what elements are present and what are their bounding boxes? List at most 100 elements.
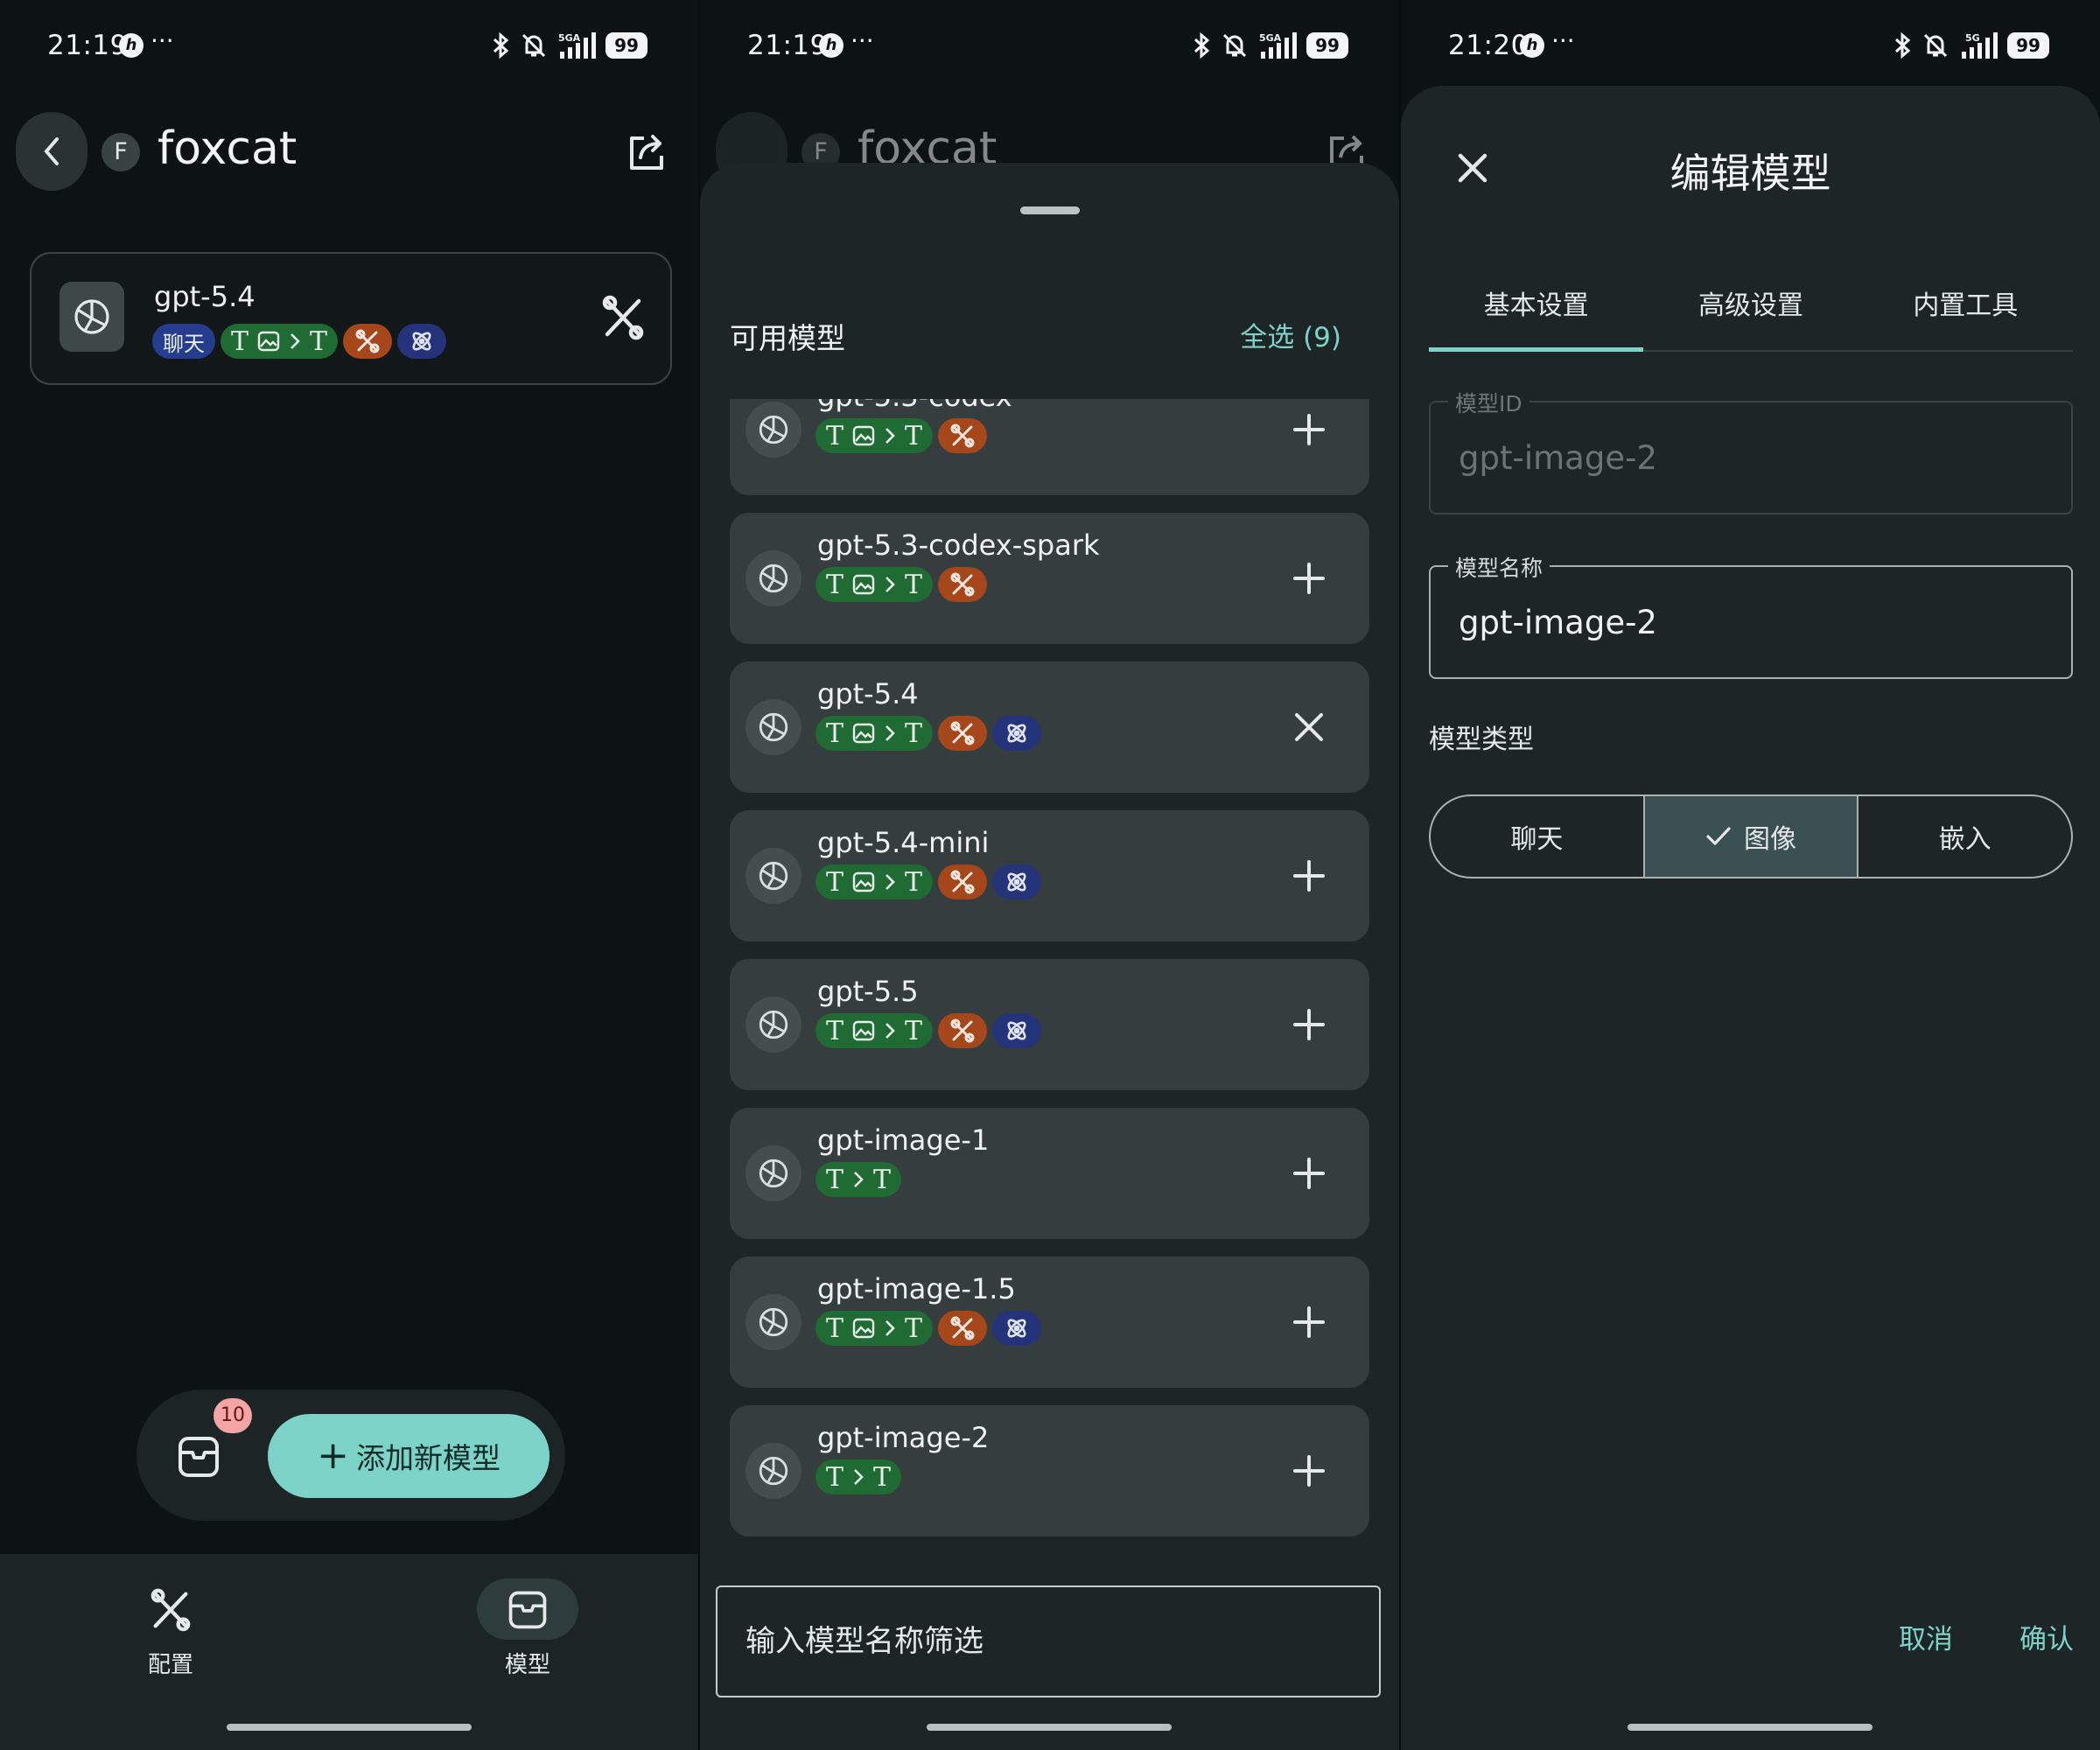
openai-logo-icon [746, 1443, 802, 1499]
nav-item-models[interactable]: 模型 [458, 1578, 598, 1679]
openai-logo-icon [746, 997, 802, 1053]
bluetooth-icon [1194, 32, 1210, 60]
type-embed-option[interactable]: 嵌入 [1857, 796, 2071, 877]
screen-provider-models: 21:19 h ··· 5GA 99 F foxcat gpt-5.4 聊天 T [0, 0, 698, 1750]
inbox-icon [508, 1591, 547, 1629]
input-text-label: T [826, 718, 844, 749]
openai-logo-icon [746, 1145, 802, 1201]
model-list-item[interactable]: gpt-5.3-codex-spark T T [730, 513, 1369, 644]
add-model-button[interactable] [1287, 854, 1331, 898]
bottom-navigation: 配置 模型 [0, 1554, 698, 1750]
output-text-label: T [310, 326, 328, 357]
add-model-button[interactable] [1287, 408, 1331, 452]
model-id-label: 模型ID [1448, 387, 1530, 418]
image-input-icon [852, 1020, 875, 1041]
confirm-button[interactable]: 确认 [2020, 1617, 2074, 1656]
output-text-label: T [873, 1461, 892, 1493]
home-indicator[interactable] [927, 1724, 1172, 1731]
model-name: gpt-5.5 [817, 975, 919, 1008]
model-list-item[interactable]: gpt-5.5 T T [730, 959, 1369, 1090]
tab-builtin-tools[interactable]: 内置工具 [1858, 276, 2073, 350]
image-input-icon [852, 1318, 875, 1339]
mute-bell-icon [522, 33, 546, 58]
home-indicator[interactable] [1628, 1724, 1872, 1731]
tools-tag-icon [938, 418, 988, 453]
arrow-right-icon [886, 874, 895, 890]
select-all-button[interactable]: 全选 (9) [1240, 315, 1341, 354]
add-model-button[interactable] [1287, 1152, 1331, 1195]
model-list-item[interactable]: gpt-image-1 T T [730, 1108, 1369, 1239]
share-button[interactable] [625, 130, 670, 178]
chevron-left-icon [44, 137, 59, 165]
cancel-button[interactable]: 取消 [1899, 1617, 1953, 1656]
home-indicator[interactable] [227, 1724, 472, 1731]
tab-basic-settings[interactable]: 基本设置 [1429, 276, 1644, 352]
nav-item-config[interactable]: 配置 [101, 1578, 241, 1679]
input-text-label: T [826, 569, 844, 600]
model-list-item[interactable]: gpt-image-2 T T [730, 1405, 1369, 1536]
model-name: gpt-5.4 [817, 677, 919, 710]
more-notifications-icon: ··· [150, 26, 174, 55]
add-model-button[interactable] [1287, 1449, 1331, 1493]
model-name-value[interactable]: gpt-image-2 [1459, 604, 1657, 641]
signal-5g-icon: 5G [1962, 32, 1998, 59]
tools-icon [602, 295, 644, 340]
add-model-button[interactable] [1287, 1003, 1331, 1046]
add-model-button[interactable] [1287, 1300, 1331, 1344]
input-text-label: T [826, 420, 844, 452]
svg-text:5GA: 5GA [558, 32, 581, 44]
model-list-item[interactable]: gpt-5.4-mini T T [730, 810, 1369, 942]
pending-count-badge: 10 [214, 1398, 252, 1433]
model-name: gpt-image-1.5 [817, 1272, 1016, 1306]
openai-logo-icon [746, 1294, 802, 1350]
battery-icon: 99 [2007, 32, 2049, 59]
io-modality-tag: T T [220, 324, 339, 359]
type-image-option[interactable]: 图像 [1642, 796, 1858, 877]
model-card-gpt-5-4[interactable]: gpt-5.4 聊天 T T [30, 252, 672, 385]
output-text-label: T [905, 1312, 923, 1344]
tools-tag-icon [938, 1311, 988, 1346]
model-name: gpt-image-2 [817, 1421, 990, 1454]
model-list-item[interactable]: gpt-image-1.5 T T [730, 1256, 1369, 1388]
reasoning-tag-icon [397, 324, 447, 359]
input-text-label: T [826, 1312, 844, 1344]
back-button[interactable] [16, 112, 88, 191]
model-filter-input[interactable] [716, 1586, 1381, 1698]
input-text-label: T [826, 1015, 844, 1046]
model-tools-button[interactable] [600, 292, 646, 345]
output-text-label: T [905, 866, 923, 898]
model-name-field[interactable]: 模型名称 gpt-image-2 [1429, 551, 2073, 679]
type-chat-label: 聊天 [1510, 824, 1564, 855]
type-chat-option[interactable]: 聊天 [1431, 796, 1643, 877]
status-bar: 21:20 h ··· 5G 99 [1401, 23, 2100, 68]
tools-tag-icon [938, 1013, 988, 1048]
status-icons: 5GA 99 [492, 30, 648, 61]
status-time: 21:19 [47, 30, 128, 61]
screen-available-models: 21:19 h ··· 5GA 99 F foxcat 可用模型 全选 (9) … [700, 0, 1399, 1750]
sheet-drag-handle[interactable] [1020, 206, 1080, 214]
image-input-icon [852, 872, 875, 892]
model-list-item[interactable]: gpt-5.3-codexTT [730, 399, 1369, 495]
capability-tags: 聊天 T T [152, 324, 447, 359]
model-list-viewport[interactable]: gpt-5.3-codexTT gpt-5.3-codex-sparkTT gpt-… [700, 399, 1399, 1712]
model-name: gpt-5.4 [154, 280, 256, 313]
reasoning-tag-icon [992, 864, 1042, 900]
remove-model-button[interactable] [1287, 705, 1331, 749]
reasoning-tag-icon [992, 1013, 1042, 1048]
status-time: 21:19 [747, 30, 828, 61]
dialog-actions: 取消 确认 [1899, 1617, 2074, 1656]
add-new-model-button[interactable]: + 添加新模型 [268, 1414, 550, 1498]
tab-advanced-settings[interactable]: 高级设置 [1643, 276, 1858, 350]
plus-icon [1293, 860, 1325, 892]
image-input-icon [257, 331, 280, 352]
add-model-button[interactable] [1287, 556, 1331, 600]
dialog-title: 编辑模型 [1670, 150, 1831, 197]
model-name: gpt-5.4-mini [817, 826, 990, 859]
status-icons: 5G 99 [1894, 30, 2049, 61]
openai-logo-icon [746, 550, 802, 606]
plus-icon [1293, 1009, 1325, 1040]
model-list-item[interactable]: gpt-5.4 T T [730, 662, 1369, 793]
arrow-right-icon [854, 1469, 864, 1485]
provider-avatar: F [102, 133, 140, 172]
pending-models-button[interactable] [175, 1432, 222, 1484]
